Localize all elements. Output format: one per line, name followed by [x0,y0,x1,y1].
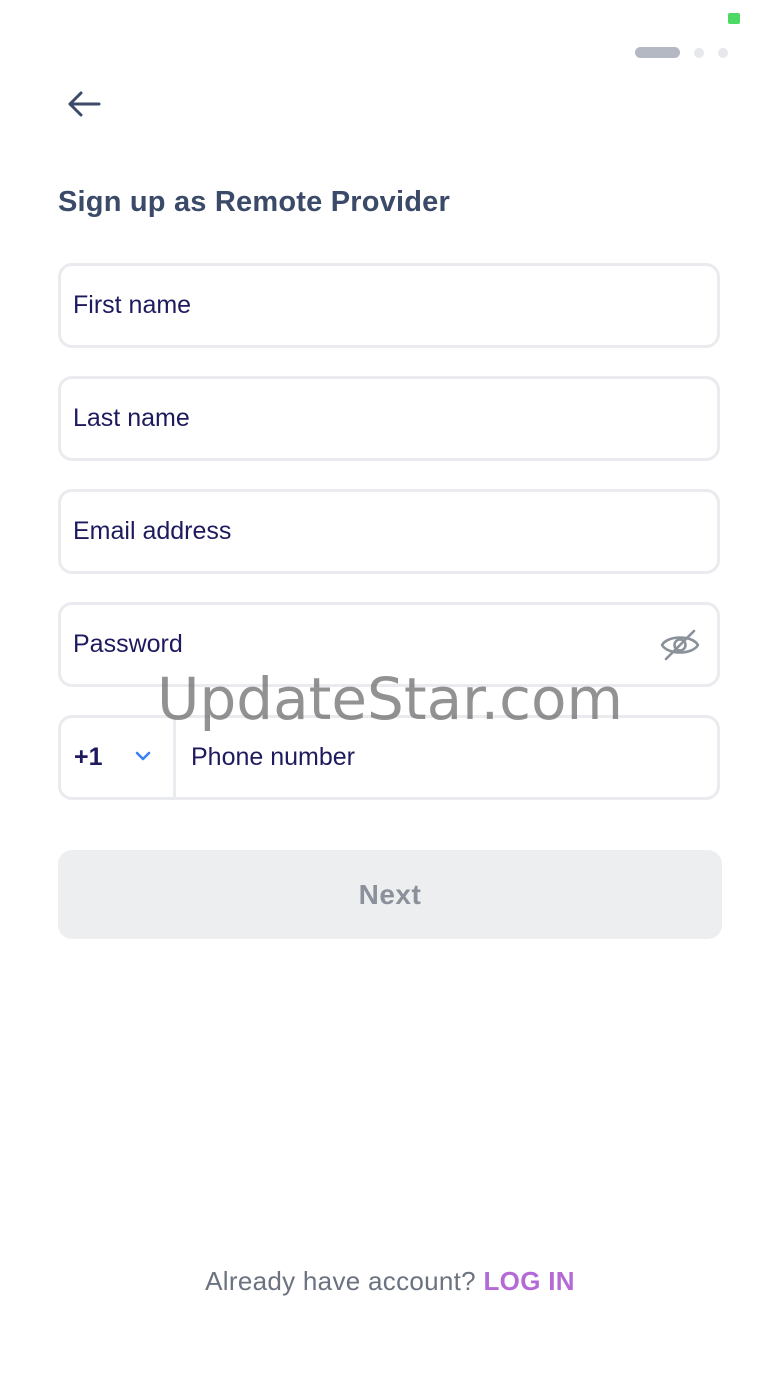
page-title: Sign up as Remote Provider [58,186,450,218]
password-field[interactable] [58,602,720,687]
arrow-left-icon [68,91,101,117]
password-visibility-toggle[interactable] [657,623,703,667]
phone-field[interactable]: +1 [58,715,720,800]
last-name-field[interactable] [58,376,720,461]
login-prompt-text: Already have account? [205,1266,476,1296]
login-link[interactable]: LOG IN [483,1266,574,1296]
next-button[interactable]: Next [58,850,722,939]
email-input[interactable] [73,492,653,571]
last-name-input[interactable] [73,379,653,458]
phone-number-input[interactable] [191,718,701,797]
step-2 [694,47,704,58]
country-code-value: +1 [74,743,103,771]
step-indicator [635,47,728,58]
back-button[interactable] [58,82,110,126]
first-name-field[interactable] [58,263,720,348]
step-1-active [635,47,680,58]
country-code-select[interactable]: +1 [61,718,176,797]
first-name-input[interactable] [73,266,653,345]
step-3 [718,47,728,58]
email-field[interactable] [58,489,720,574]
password-input[interactable] [73,605,653,684]
login-prompt: Already have account? LOG IN [0,1266,780,1297]
eye-off-icon [660,629,700,661]
status-indicator [728,13,740,24]
chevron-down-icon [135,751,151,761]
signup-screen: Sign up as Remote Provider +1 UpdateStar… [0,0,780,1387]
